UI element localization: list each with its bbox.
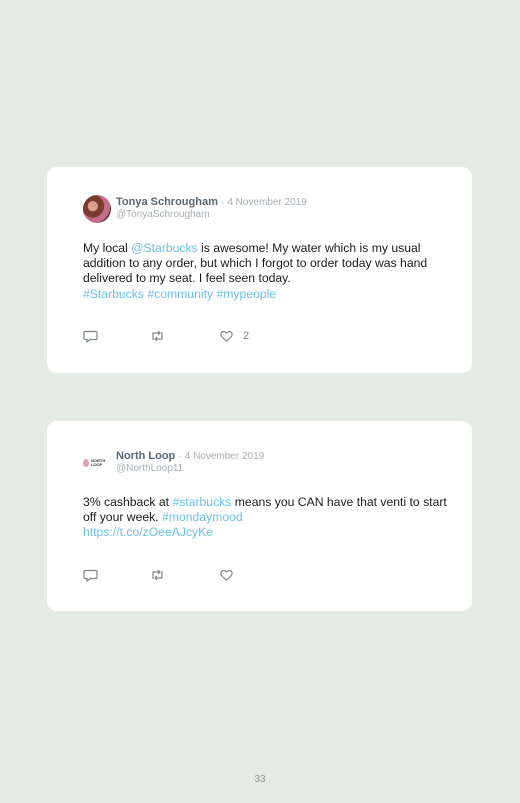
tweet-header: North Loop · 4 November 2019 @NorthLoop1… [116, 450, 264, 475]
hashtags-link[interactable]: #Starbucks #community #mypeople [83, 287, 276, 301]
tweet-header: Tonya Schrougham · 4 November 2019 @Tony… [116, 196, 307, 221]
separator: · [178, 451, 182, 462]
tweet-text: 3% cashback at #starbucks means you CAN … [83, 495, 448, 541]
tweet-card: NORTH LOOP North Loop · 4 November 2019 … [47, 421, 472, 611]
separator: · [220, 197, 225, 208]
avatar[interactable]: NORTH LOOP [83, 449, 111, 477]
retweet-icon [152, 330, 163, 342]
like-count: 2 [243, 330, 250, 342]
author-handle[interactable]: @TonyaSchrougham [116, 209, 307, 221]
text-segment: My local [83, 241, 132, 255]
author-handle[interactable]: @NorthLoop11 [116, 463, 264, 475]
tweet-date: 4 November 2019 [227, 197, 307, 208]
reply-button[interactable] [83, 329, 98, 343]
retweet-icon [152, 569, 163, 581]
heart-icon [220, 569, 233, 581]
avatar-logo-text: NORTH LOOP [91, 458, 106, 467]
hashtag-link[interactable]: #mondaymood [162, 510, 243, 524]
like-button[interactable] [219, 568, 234, 582]
mention-link[interactable]: @Starbucks [131, 241, 198, 255]
reply-icon [83, 330, 98, 343]
reply-icon [83, 569, 98, 582]
avatar[interactable] [83, 195, 111, 223]
tweet-card: Tonya Schrougham · 4 November 2019 @Tony… [47, 167, 472, 373]
heart-icon [220, 330, 233, 342]
logo-mark [83, 459, 89, 467]
page-number: 33 [254, 774, 266, 785]
url-link[interactable]: https://t.co/zOeeAJcyKe [83, 525, 213, 539]
tweet-text: My local @Starbucks is awesome! My water… [83, 241, 448, 302]
hashtag-link[interactable]: #starbucks [172, 495, 231, 509]
reply-button[interactable] [83, 568, 98, 582]
author-name[interactable]: North Loop [116, 450, 175, 462]
like-button[interactable]: 2 [219, 329, 249, 343]
author-name[interactable]: Tonya Schrougham [116, 196, 218, 208]
text-segment: 3% cashback at [83, 495, 173, 509]
retweet-button[interactable] [150, 568, 165, 582]
tweet-date: 4 November 2019 [184, 451, 265, 462]
retweet-button[interactable] [150, 329, 165, 343]
